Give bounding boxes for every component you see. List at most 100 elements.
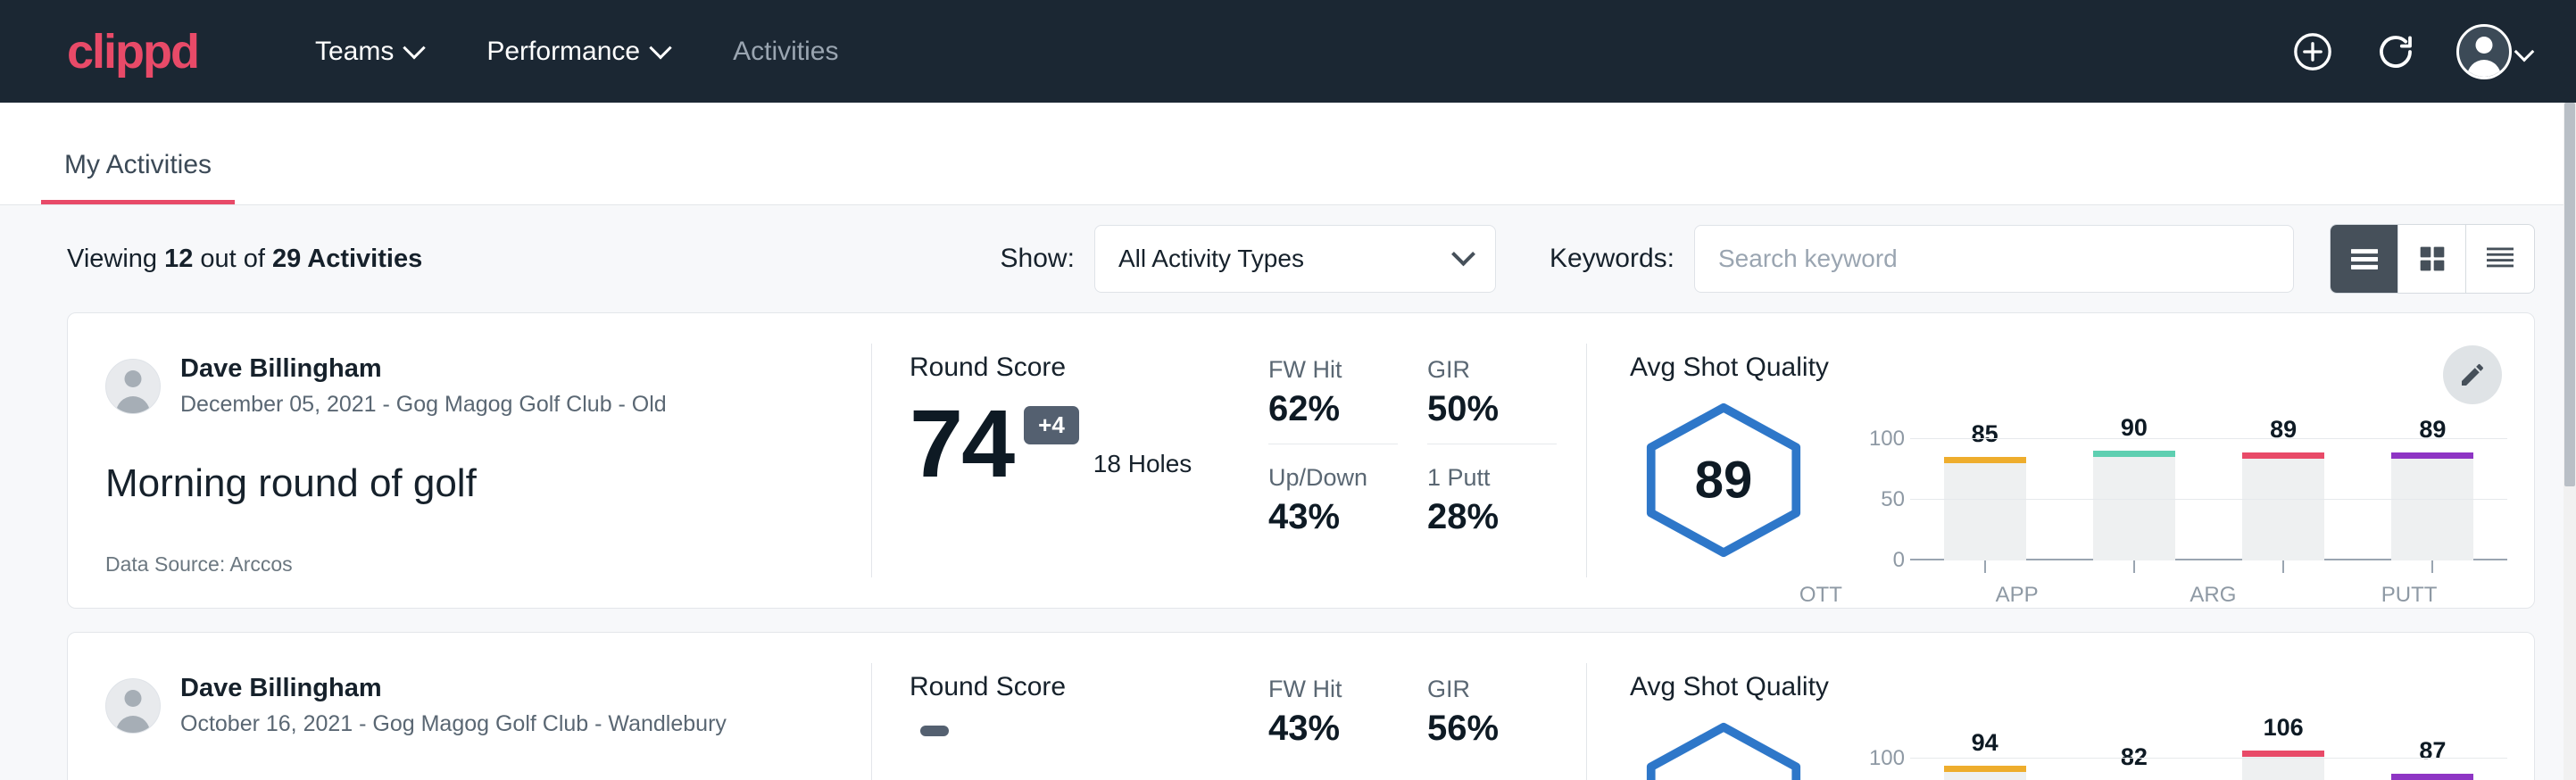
- gir-value: 50%: [1427, 389, 1586, 429]
- account-menu-button[interactable]: [2456, 24, 2531, 79]
- chevron-down-icon: [1451, 242, 1475, 266]
- chevron-down-icon: [649, 37, 671, 59]
- chart-y-tick-label: 100: [1869, 746, 1905, 771]
- scrollbar-thumb[interactable]: [2564, 103, 2575, 486]
- search-input[interactable]: [1718, 245, 2270, 273]
- chart-bar: [2391, 774, 2473, 780]
- stat-group-right: GIR 56%: [1427, 676, 1586, 780]
- activity-meta: December 05, 2021 - Gog Magog Golf Club …: [180, 389, 667, 420]
- stats-section: FW Hit 62% Up/Down 43% GIR 50% 1 Putt 28…: [1229, 313, 1586, 608]
- compact-view-button[interactable]: [2466, 225, 2534, 293]
- page-scrollbar[interactable]: [2564, 103, 2576, 780]
- activity-type-select[interactable]: All Activity Types: [1094, 225, 1496, 293]
- chart-bar-slot: 82: [2093, 746, 2175, 780]
- chart-bar-slot: 94: [1944, 746, 2026, 780]
- chart-bar-cap: [2242, 452, 2324, 459]
- chart-y-axis: 050100: [1857, 427, 1910, 560]
- tab-my-activities[interactable]: My Activities: [41, 150, 235, 204]
- grid-view-button[interactable]: [2398, 225, 2466, 293]
- gir-value: 56%: [1427, 709, 1586, 749]
- round-score-row: 74 +4 18 Holes: [910, 399, 1229, 487]
- avg-shot-quality-section: Avg Shot Quality 89 050100 85908989: [1587, 313, 2534, 608]
- nav-item-activities[interactable]: Activities: [701, 37, 870, 67]
- chart-gridline: [1910, 499, 2507, 500]
- round-score-section: Round Score: [872, 633, 1229, 780]
- viewing-mid: out of: [193, 245, 272, 273]
- chart-bar-cap: [2391, 774, 2473, 780]
- chart-x-tick: [2391, 560, 2473, 573]
- add-icon[interactable]: [2290, 29, 2335, 74]
- refresh-icon[interactable]: [2374, 30, 2417, 73]
- chart-bar: [2242, 751, 2324, 780]
- chart-plot-area: 948210687: [1910, 746, 2507, 780]
- chart-bar-slot: 87: [2391, 746, 2473, 780]
- one-putt-label: 1 Putt: [1427, 464, 1586, 492]
- activity-list: Dave Billingham December 05, 2021 - Gog …: [0, 312, 2576, 780]
- avg-shot-quality-section: Avg Shot Quality 050100 948210687: [1587, 633, 2534, 780]
- chart-bar-value-label: 85: [1944, 420, 2026, 448]
- avatar: [105, 678, 161, 734]
- chart-x-tick: [1944, 560, 2026, 573]
- nav-item-teams[interactable]: Teams: [283, 37, 454, 67]
- search-input-wrapper[interactable]: [1694, 225, 2294, 293]
- fw-hit-label: FW Hit: [1268, 356, 1427, 384]
- chart-bar-cap: [1944, 457, 2026, 463]
- up-down-value: 43%: [1268, 497, 1427, 537]
- shot-quality-hexagon: 89: [1630, 401, 1817, 560]
- score-diff-badge: +4: [1024, 406, 1079, 444]
- chart-bar-cap: [1944, 766, 2026, 772]
- avg-shot-quality-body: 89 050100 85908989: [1630, 390, 2534, 570]
- chart-bar-slot: 89: [2391, 427, 2473, 560]
- author-name: Dave Billingham: [180, 672, 727, 706]
- viewing-total: 29 Activities: [272, 245, 422, 273]
- gir-label: GIR: [1427, 676, 1586, 703]
- one-putt-value: 28%: [1427, 497, 1586, 537]
- activity-card[interactable]: Dave Billingham December 05, 2021 - Gog …: [67, 312, 2535, 609]
- chart-bar: [1944, 766, 2026, 780]
- nav-item-performance-label: Performance: [486, 37, 640, 67]
- stat-group-left: FW Hit 43%: [1268, 676, 1427, 780]
- chart-bar-value-label: 106: [2242, 714, 2324, 742]
- avg-shot-quality-body: 050100 94 82 106 87: [1630, 709, 2534, 780]
- nav-item-performance[interactable]: Performance: [454, 37, 701, 67]
- chart-bar-value-label: 89: [2391, 416, 2473, 444]
- activity-card[interactable]: Dave Billingham October 16, 2021 - Gog M…: [67, 632, 2535, 780]
- chart-bar-value-label: 87: [2391, 737, 2473, 765]
- chart-x-tick-label: OTT: [1780, 583, 1862, 608]
- activity-meta: October 16, 2021 - Gog Magog Golf Club -…: [180, 709, 727, 740]
- chart-bar: [2391, 452, 2473, 560]
- brand-logo[interactable]: clippd: [67, 28, 198, 76]
- chart-y-tick-label: 100: [1869, 427, 1905, 452]
- stats-section: FW Hit 43% GIR 56%: [1229, 633, 1586, 780]
- chart-x-labels: OTTAPPARGPUTT: [1723, 583, 2507, 608]
- avatar: [2456, 24, 2512, 79]
- chevron-down-icon: [403, 37, 426, 59]
- chart-bar-cap: [2391, 452, 2473, 459]
- tab-bar: My Activities: [0, 103, 2576, 205]
- round-score-section: Round Score 74 +4 18 Holes: [872, 313, 1229, 608]
- chart-bars: 85908989: [1910, 427, 2507, 560]
- activity-type-value: All Activity Types: [1118, 245, 1455, 273]
- round-score-row: [910, 718, 1229, 736]
- edit-activity-button[interactable]: [2443, 345, 2502, 404]
- author-name: Dave Billingham: [180, 353, 667, 386]
- top-navbar: clippd Teams Performance Activities: [0, 0, 2576, 103]
- list-view-button[interactable]: [2331, 225, 2398, 293]
- stat-group-left: FW Hit 62% Up/Down 43%: [1268, 356, 1427, 608]
- chart-y-axis: 050100: [1857, 746, 1910, 780]
- filter-toolbar: Viewing 12 out of 29 Activities Show: Al…: [0, 205, 2576, 312]
- chart-bar-slot: 85: [1944, 427, 2026, 560]
- keywords-label: Keywords:: [1550, 244, 1674, 274]
- stat-group-right: GIR 50% 1 Putt 28%: [1427, 356, 1586, 608]
- gir-label: GIR: [1427, 356, 1586, 384]
- primary-nav: Teams Performance Activities: [283, 37, 870, 67]
- chart-bar-cap: [2093, 451, 2175, 457]
- chart-bar-value-label: 94: [1944, 729, 2026, 757]
- chart-x-tick-label: PUTT: [2368, 583, 2450, 608]
- chevron-down-icon: [2514, 41, 2535, 62]
- chart-bars: 948210687: [1910, 746, 2507, 780]
- activity-author: Dave Billingham October 16, 2021 - Gog M…: [105, 672, 871, 740]
- round-score-label: Round Score: [910, 353, 1229, 383]
- holes-label: 18 Holes: [1093, 450, 1192, 487]
- viewing-count-text: Viewing 12 out of 29 Activities: [67, 245, 422, 274]
